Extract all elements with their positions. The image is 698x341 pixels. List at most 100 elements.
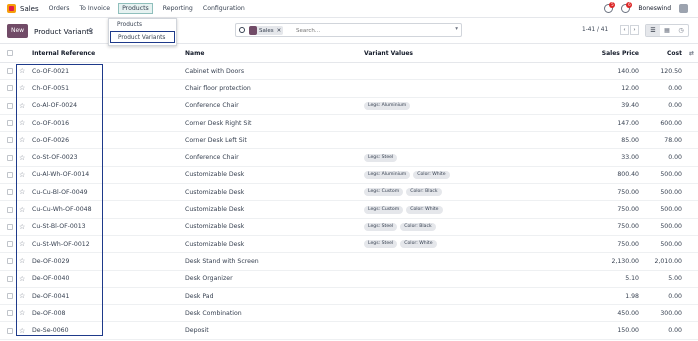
user-avatar[interactable] [679, 4, 688, 13]
row-checkbox[interactable] [7, 206, 13, 213]
row-checkbox[interactable] [7, 171, 13, 178]
variant-tag: Color: White [406, 205, 443, 214]
variants-table: Internal Reference Name Variant Values S… [0, 44, 698, 340]
search-options-toggle[interactable]: ▾ [455, 26, 458, 32]
cell-cost: 78.00 [664, 136, 682, 144]
gear-icon[interactable]: ✿ [88, 27, 93, 34]
dropdown-item-products[interactable]: Products [109, 19, 176, 31]
app-name[interactable]: Sales [20, 5, 39, 13]
header-sales-price[interactable]: Sales Price [602, 44, 639, 62]
menu-orders[interactable]: Orders [49, 5, 70, 12]
cell-variant-values: Legs: Steel [364, 149, 400, 165]
table-row[interactable]: ☆ De-OF-0040 Desk Organizer 5.10 5.00 [0, 271, 698, 288]
table-row[interactable]: ☆ De-OF-008 Desk Combination 450.00 300.00 [0, 305, 698, 323]
variant-tag: Legs: Steel [364, 153, 398, 162]
cell-name: Corner Desk Right Sit [185, 119, 252, 127]
variant-tag: Color: White [413, 170, 450, 179]
table-row[interactable]: ☆ Cu-St-Bl-OF-0013 Customizable Desk Legs: … [0, 219, 698, 236]
menu-products[interactable]: Products [118, 3, 153, 14]
cell-sales-price: 750.00 [617, 206, 639, 214]
row-checkbox[interactable] [7, 327, 13, 334]
row-checkbox[interactable] [7, 241, 13, 248]
row-checkbox[interactable] [7, 120, 13, 127]
view-switcher: ☰ ▦ ◷ [645, 24, 689, 37]
cell-name: Desk Organizer [185, 275, 233, 283]
search-icon[interactable] [239, 27, 245, 33]
menu-configuration[interactable]: Configuration [203, 5, 245, 12]
header-cost[interactable]: Cost [667, 44, 682, 62]
cell-cost: 120.50 [660, 67, 682, 75]
menu-reporting[interactable]: Reporting [163, 5, 193, 12]
page-title: Product Variants [34, 27, 93, 36]
cell-cost: 0.00 [668, 102, 682, 110]
table-body: ☆ Co-OF-0021 Cabinet with Doors 140.00 120.5… [0, 63, 698, 340]
table-row[interactable]: ☆ Cu-Cu-Wh-OF-0048 Customizable Desk Legs: … [0, 201, 698, 219]
cell-sales-price: 33.00 [621, 154, 639, 162]
cell-sales-price: 39.40 [621, 102, 639, 110]
cell-sales-price: 12.00 [621, 84, 639, 92]
row-checkbox[interactable] [7, 293, 13, 299]
table-row[interactable]: ☆ De-Se-0060 Deposit 150.00 0.00 [0, 322, 698, 340]
list-view-button[interactable]: ☰ [646, 25, 660, 36]
cell-name: Customizable Desk [185, 206, 245, 214]
cell-name: Desk Combination [185, 309, 242, 317]
row-checkbox[interactable] [7, 102, 13, 109]
row-checkbox[interactable] [7, 154, 13, 161]
cell-sales-price: 1.98 [625, 292, 639, 300]
cell-sales-price: 140.00 [617, 67, 639, 75]
company-switcher[interactable]: Boneswind [638, 5, 671, 12]
facet-remove-icon[interactable]: ✕ [277, 28, 282, 34]
table-row[interactable]: ☆ Co-OF-0021 Cabinet with Doors 140.00 120.5… [0, 63, 698, 81]
row-checkbox[interactable] [7, 189, 13, 196]
header-internal-reference[interactable]: Internal Reference [32, 44, 95, 62]
activity-view-button[interactable]: ◷ [674, 25, 688, 36]
row-checkbox[interactable] [7, 68, 13, 75]
table-row[interactable]: ☆ De-OF-0029 Desk Stand with Screen 2,130.0… [0, 253, 698, 271]
row-checkbox[interactable] [7, 310, 13, 317]
cell-name: Deposit [185, 327, 209, 335]
header-name[interactable]: Name [185, 44, 204, 62]
row-checkbox[interactable] [7, 258, 13, 265]
row-checkbox[interactable] [7, 137, 13, 144]
table-header: Internal Reference Name Variant Values S… [0, 44, 698, 63]
table-row[interactable]: ☆ Co-OF-0016 Corner Desk Right Sit 147.00 60… [0, 115, 698, 133]
row-checkbox[interactable] [7, 275, 13, 282]
new-button[interactable]: New [7, 24, 28, 38]
select-all-checkbox[interactable] [7, 50, 13, 56]
optional-columns-icon[interactable]: ⇄ [689, 44, 694, 62]
cell-cost: 500.00 [660, 171, 682, 179]
table-row[interactable]: ☆ Cu-Al-Wh-OF-0014 Customizable Desk Legs: … [0, 167, 698, 185]
header-variant-values[interactable]: Variant Values [364, 44, 413, 62]
variant-tag: Legs: Aluminium [364, 101, 411, 110]
table-row[interactable]: ☆ Cu-Cu-Bl-OF-0049 Customizable Desk Legs: … [0, 184, 698, 202]
pager-previous-button[interactable]: ‹ [620, 25, 629, 35]
search-input[interactable] [296, 26, 436, 35]
kanban-view-button[interactable]: ▦ [660, 25, 674, 36]
variant-tag: Color: Black [400, 222, 436, 231]
cell-cost: 300.00 [660, 309, 682, 317]
table-row[interactable]: ☆ De-OF-0041 Desk Pad 1.98 0.00 [0, 288, 698, 306]
cell-sales-price: 750.00 [617, 188, 639, 196]
variant-tag: Legs: Steel [364, 222, 398, 231]
table-row[interactable]: ☆ Co-St-OF-0023 Conference Chair Legs: Stee… [0, 149, 698, 167]
facet-label: Sales [259, 27, 274, 34]
row-checkbox[interactable] [7, 223, 13, 230]
table-row[interactable]: ☆ Co-OF-0026 Corner Desk Left Sit 85.00 78.0… [0, 132, 698, 150]
search-facet: Sales ✕ [249, 26, 284, 35]
cell-cost: 500.00 [660, 223, 682, 231]
table-row[interactable]: ☆ Cu-St-Wh-OF-0012 Customizable Desk Legs: … [0, 236, 698, 254]
chat-icon[interactable]: 5 [604, 2, 616, 13]
activity-icon[interactable]: 6 [621, 2, 633, 13]
apps-menu-icon[interactable] [7, 4, 16, 13]
pager-next-button[interactable]: › [630, 25, 639, 35]
cell-name: Customizable Desk [185, 188, 245, 196]
dropdown-item-product-variants[interactable]: Product Variants [110, 31, 175, 43]
pager-value[interactable]: 1-41 / 41 [582, 27, 608, 33]
top-navbar: Sales Orders To Invoice Products Reporti… [0, 0, 698, 18]
table-row[interactable]: ☆ Co-Al-OF-0024 Conference Chair Legs: Alum… [0, 98, 698, 115]
cell-name: Customizable Desk [185, 223, 245, 231]
variant-tag: Color: White [400, 240, 437, 249]
row-checkbox[interactable] [7, 85, 13, 92]
menu-to-invoice[interactable]: To Invoice [79, 5, 110, 12]
table-row[interactable]: ☆ Ch-OF-0051 Chair floor protection 12.00 0.… [0, 80, 698, 98]
